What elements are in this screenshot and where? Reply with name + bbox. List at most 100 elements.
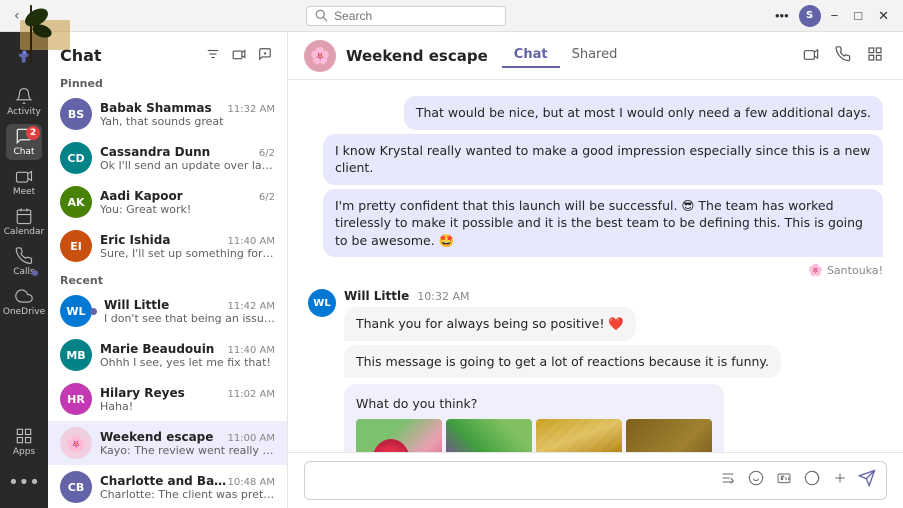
gif-button[interactable] [774,468,794,493]
chat-item-time: 11:02 AM [228,389,275,400]
message-bubble: I know Krystal really wanted to make a g… [323,134,883,185]
sidebar-item-calls[interactable]: Calls [6,244,42,280]
sidebar-item-calendar[interactable]: Calendar [6,204,42,240]
chat-item[interactable]: CB Charlotte and Babak10:48 AM Charlotte… [48,465,287,508]
chat-item[interactable]: EI Eric Ishida11:40 AM Sure, I'll set up… [48,224,287,268]
sidebar-item-meet[interactable]: Meet [6,164,42,200]
unread-indicator [90,308,97,315]
tab-chat[interactable]: Chat [502,43,560,68]
chat-input-area [288,452,903,508]
chat-panel: Chat Pinned BS Babak Shammas11:32 AM Yah… [48,32,288,508]
window-controls: ••• S − □ ✕ [769,5,895,27]
chat-main: 🌸 Weekend escape Chat Shared [288,32,903,508]
video-call-button[interactable] [229,44,249,67]
chat-item-preview: Ohhh I see, yes let me fix that! [100,356,275,369]
new-chat-button[interactable] [255,44,275,67]
maximize-button[interactable]: □ [848,6,868,25]
chat-item-time: 11:40 AM [228,236,275,247]
emoji-button[interactable] [746,468,766,493]
chat-item-info: Will Little11:42 AM I don't see that bei… [104,298,275,325]
chat-item-name: Marie Beaudouin [100,342,214,356]
chat-item-preview: Sure, I'll set up something for next wee… [100,247,275,260]
card-images [356,419,712,452]
more-options-button[interactable] [863,42,887,69]
audio-call-button[interactable] [831,42,855,69]
chat-item-info: Eric Ishida 11:40 AM Sure, I'll set up so… [100,233,275,260]
chat-item[interactable]: WL Will Little11:42 AM I don't see that … [48,289,287,333]
recent-section-label: Recent [48,268,287,289]
attach-button[interactable] [830,468,850,493]
chat-item[interactable]: BS Babak Shammas11:32 AM Yah, that sound… [48,92,287,136]
avatar: HR [60,383,92,415]
chat-item-info: Babak Shammas11:32 AM Yah, that sounds g… [100,101,275,128]
message-card: What do you think? [344,384,724,452]
card-image-2 [446,419,532,452]
chat-item-preview: Kayo: The review went really well! Can't… [100,444,275,457]
messages-area: That would be nice, but at most I would … [288,80,903,452]
more-button[interactable]: ••• [6,464,42,500]
chat-item-weekend-escape[interactable]: 🌸 Weekend escape11:00 AM Kayo: The revie… [48,421,287,465]
activity-icon [15,87,33,105]
chat-item-name: Hilary Reyes [100,386,185,400]
avatar: CD [60,142,92,174]
sidebar-item-chat[interactable]: 2 Chat [6,124,42,160]
chat-item[interactable]: MB Marie Beaudouin11:40 AM Ohhh I see, y… [48,333,287,377]
sidebar-item-apps[interactable]: Apps [6,424,42,460]
chat-item-info: Cassandra Dunn6/2 Ok I'll send an update… [100,145,275,172]
apps-icon [15,427,33,445]
chat-item-preview: Haha! [100,400,275,413]
message-bubble: Thank you for always being so positive! … [344,307,636,341]
card-image-1 [356,419,442,452]
apps-label: Apps [13,447,35,457]
message-input[interactable] [315,473,710,488]
chat-item-info: Marie Beaudouin 11:40 AM Ohhh I see, yes … [100,342,275,369]
video-call-button[interactable] [799,42,823,69]
message-group-left: WL Will Little 10:32 AM Thank you for al… [308,289,883,452]
avatar: CB [60,471,92,503]
avatar: 🌸 [60,427,92,459]
chat-item-time: 11:00 AM [228,433,275,444]
chat-item[interactable]: CD Cassandra Dunn6/2 Ok I'll send an upd… [48,136,287,180]
chat-item-name: Babak Shammas [100,101,212,115]
sticker-button[interactable] [802,468,822,493]
sidebar-item-onedrive[interactable]: OneDrive [6,284,42,320]
chat-item-time: 6/2 [259,148,275,159]
search-input[interactable] [334,9,474,23]
search-area [43,6,769,26]
chat-header-actions [799,42,887,69]
chat-item-time: 11:42 AM [228,301,275,312]
chat-item[interactable]: HR Hilary Reyes 11:02 AM Haha! [48,377,287,421]
chat-input-box[interactable] [304,461,887,500]
tab-shared[interactable]: Shared [560,43,630,68]
minimize-button[interactable]: − [825,6,845,25]
card-image-4 [626,419,712,452]
calendar-icon [15,207,33,225]
message-group: Will Little 10:32 AM Thank you for alway… [344,289,781,452]
filter-button[interactable] [203,44,223,67]
chat-item-time: 10:48 AM [228,477,275,488]
chat-item-name: Will Little [104,298,169,312]
sidebar-item-activity[interactable]: Activity [6,84,42,120]
send-button[interactable] [858,469,876,492]
chat-item-info: Hilary Reyes 11:02 AM Haha! [100,386,275,413]
chat-item-time: 6/2 [259,192,275,203]
user-avatar[interactable]: S [799,5,821,27]
avatar: BS [60,98,92,130]
sender-time: 10:32 AM [417,290,469,303]
chat-item-time: 11:40 AM [228,345,275,356]
chat-item-name: Eric Ishida [100,233,170,247]
group-avatar: 🌸 [304,40,336,72]
chat-item[interactable]: AK Aadi Kapoor6/2 You: Great work! [48,180,287,224]
search-box[interactable] [306,6,506,26]
more-button[interactable]: ••• [769,6,795,25]
message-bubble: This message is going to get a lot of re… [344,345,781,379]
sender-name: Will Little [344,289,409,303]
close-button[interactable]: ✕ [872,6,895,26]
chat-badge: 2 [26,126,40,140]
chat-item-preview: You: Great work! [100,203,275,216]
chat-item-info: Aadi Kapoor6/2 You: Great work! [100,189,275,216]
chat-item-preview: Yah, that sounds great [100,115,275,128]
chat-item-name: Charlotte and Babak [100,474,228,488]
activity-label: Activity [7,107,41,117]
format-button[interactable] [718,468,738,493]
